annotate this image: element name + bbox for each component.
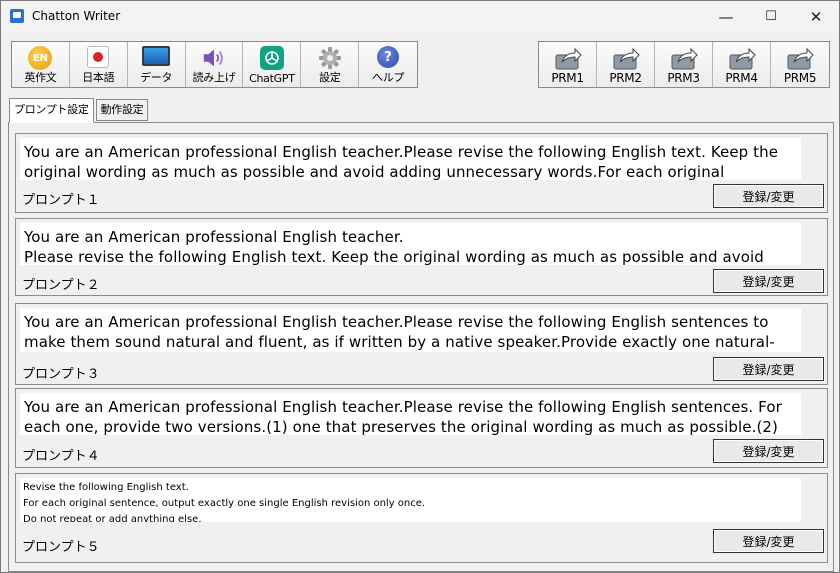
data-button[interactable]: データ bbox=[127, 42, 186, 87]
toolbar-button-label: ヘルプ bbox=[372, 71, 405, 84]
prompt-3-scrollbar[interactable] bbox=[802, 308, 819, 352]
prompt-5-text: Revise the following English text. For e… bbox=[23, 482, 426, 522]
prompt-2-scrollbar[interactable] bbox=[802, 223, 819, 265]
prm1-button[interactable]: PRM1 bbox=[539, 42, 597, 87]
share-arrow-icon bbox=[671, 47, 698, 70]
prompt-3-label: プロンプト３ bbox=[22, 367, 100, 382]
share-arrow-icon bbox=[613, 47, 640, 70]
en-coin-icon: EN bbox=[28, 46, 53, 70]
read-aloud-button[interactable]: 読み上げ bbox=[185, 42, 244, 87]
prompt-3-textarea[interactable]: You are an American professional English… bbox=[20, 308, 801, 352]
toolbar-button-label: PRM4 bbox=[725, 71, 758, 85]
prompt-group-1: You are an American professional English… bbox=[15, 133, 828, 213]
prm3-button[interactable]: PRM3 bbox=[655, 42, 713, 87]
prompt-group-5: Revise the following English text. For e… bbox=[15, 473, 828, 563]
prompt-1-text: You are an American professional English… bbox=[24, 143, 779, 180]
prompt-5-register-button[interactable]: 登録/変更 bbox=[713, 529, 824, 553]
toolbar-button-label: PRM2 bbox=[609, 71, 642, 85]
prompt-2-textarea[interactable]: You are an American professional English… bbox=[20, 223, 801, 265]
japanese-button[interactable]: 日本語 bbox=[69, 42, 128, 87]
prompt-1-textarea[interactable]: You are an American professional English… bbox=[20, 138, 801, 180]
prompt-group-2: You are an American professional English… bbox=[15, 218, 828, 296]
toolbar-button-label: PRM5 bbox=[783, 71, 817, 85]
share-arrow-icon bbox=[555, 47, 582, 70]
prompt-group-3: You are an American professional English… bbox=[15, 303, 828, 385]
toolbar-button-label: PRM1 bbox=[551, 71, 584, 85]
toolbar-button-label: 日本語 bbox=[82, 71, 115, 84]
prompt-4-label: プロンプト４ bbox=[22, 449, 100, 464]
prompt-4-textarea[interactable]: You are an American professional English… bbox=[20, 393, 801, 435]
prm-toolbar: PRM1 PRM2 PRM3 PRM4 PRM5 bbox=[538, 41, 830, 88]
main-toolbar: EN 英作文 日本語 データ 読み上げ ChatGPT 設定 ? ヘルプ bbox=[11, 41, 418, 88]
tab-behavior-settings[interactable]: 動作設定 bbox=[95, 99, 149, 121]
prm2-button[interactable]: PRM2 bbox=[597, 42, 655, 87]
speaker-icon bbox=[201, 46, 227, 70]
chatgpt-icon bbox=[259, 46, 284, 70]
toolbar-button-label: 設定 bbox=[319, 71, 341, 84]
app-logo-icon bbox=[10, 9, 24, 23]
toolbar-button-label: ChatGPT bbox=[249, 72, 295, 85]
monitor-data-icon bbox=[142, 46, 171, 66]
minimize-button[interactable]: — bbox=[703, 1, 749, 32]
tab-prompt-settings[interactable]: プロンプト設定 bbox=[9, 98, 94, 123]
app-window: Chatton Writer — ☐ ✕ EN 英作文 日本語 データ 読み上げ… bbox=[0, 0, 840, 573]
toolbar-button-label: 読み上げ bbox=[192, 71, 236, 84]
prompt-settings-panel: You are an American professional English… bbox=[8, 122, 834, 572]
prompt-4-scrollbar[interactable] bbox=[802, 393, 819, 435]
help-button[interactable]: ? ヘルプ bbox=[359, 42, 418, 87]
prompt-4-text: You are an American professional English… bbox=[24, 398, 787, 435]
prompt-3-text: You are an American professional English… bbox=[24, 313, 775, 351]
close-button[interactable]: ✕ bbox=[793, 1, 839, 32]
help-icon: ? bbox=[377, 46, 400, 68]
prm5-button[interactable]: PRM5 bbox=[771, 42, 829, 87]
prompt-4-register-button[interactable]: 登録/変更 bbox=[713, 439, 824, 463]
maximize-button[interactable]: ☐ bbox=[748, 1, 794, 32]
prompt-2-register-button[interactable]: 登録/変更 bbox=[713, 269, 824, 293]
prm4-button[interactable]: PRM4 bbox=[713, 42, 771, 87]
window-title: Chatton Writer bbox=[32, 9, 121, 23]
title-bar[interactable]: Chatton Writer — ☐ ✕ bbox=[1, 1, 839, 32]
prompt-2-text: You are an American professional English… bbox=[24, 228, 764, 265]
chatgpt-button[interactable]: ChatGPT bbox=[243, 42, 302, 87]
english-composition-button[interactable]: EN 英作文 bbox=[12, 42, 70, 87]
share-arrow-icon bbox=[787, 47, 814, 70]
japan-flag-icon bbox=[87, 46, 110, 68]
prompt-2-label: プロンプト２ bbox=[22, 278, 100, 293]
prompt-3-register-button[interactable]: 登録/変更 bbox=[713, 357, 824, 381]
settings-tabs: プロンプト設定 動作設定 bbox=[9, 98, 150, 123]
toolbar-button-label: PRM3 bbox=[667, 71, 700, 85]
prompt-5-textarea[interactable]: Revise the following English text. For e… bbox=[20, 478, 801, 522]
prompt-5-label: プロンプト５ bbox=[22, 540, 100, 555]
prompt-5-scrollbar[interactable] bbox=[802, 478, 819, 522]
gear-icon bbox=[317, 46, 343, 70]
prompt-1-label: プロンプト１ bbox=[22, 193, 100, 208]
prompt-group-4: You are an American professional English… bbox=[15, 388, 828, 468]
settings-button[interactable]: 設定 bbox=[301, 42, 360, 87]
toolbar-button-label: 英作文 bbox=[24, 71, 57, 84]
share-arrow-icon bbox=[729, 47, 756, 70]
toolbar-button-label: データ bbox=[140, 71, 173, 84]
prompt-1-register-button[interactable]: 登録/変更 bbox=[713, 184, 824, 208]
prompt-1-scrollbar[interactable] bbox=[802, 138, 819, 180]
